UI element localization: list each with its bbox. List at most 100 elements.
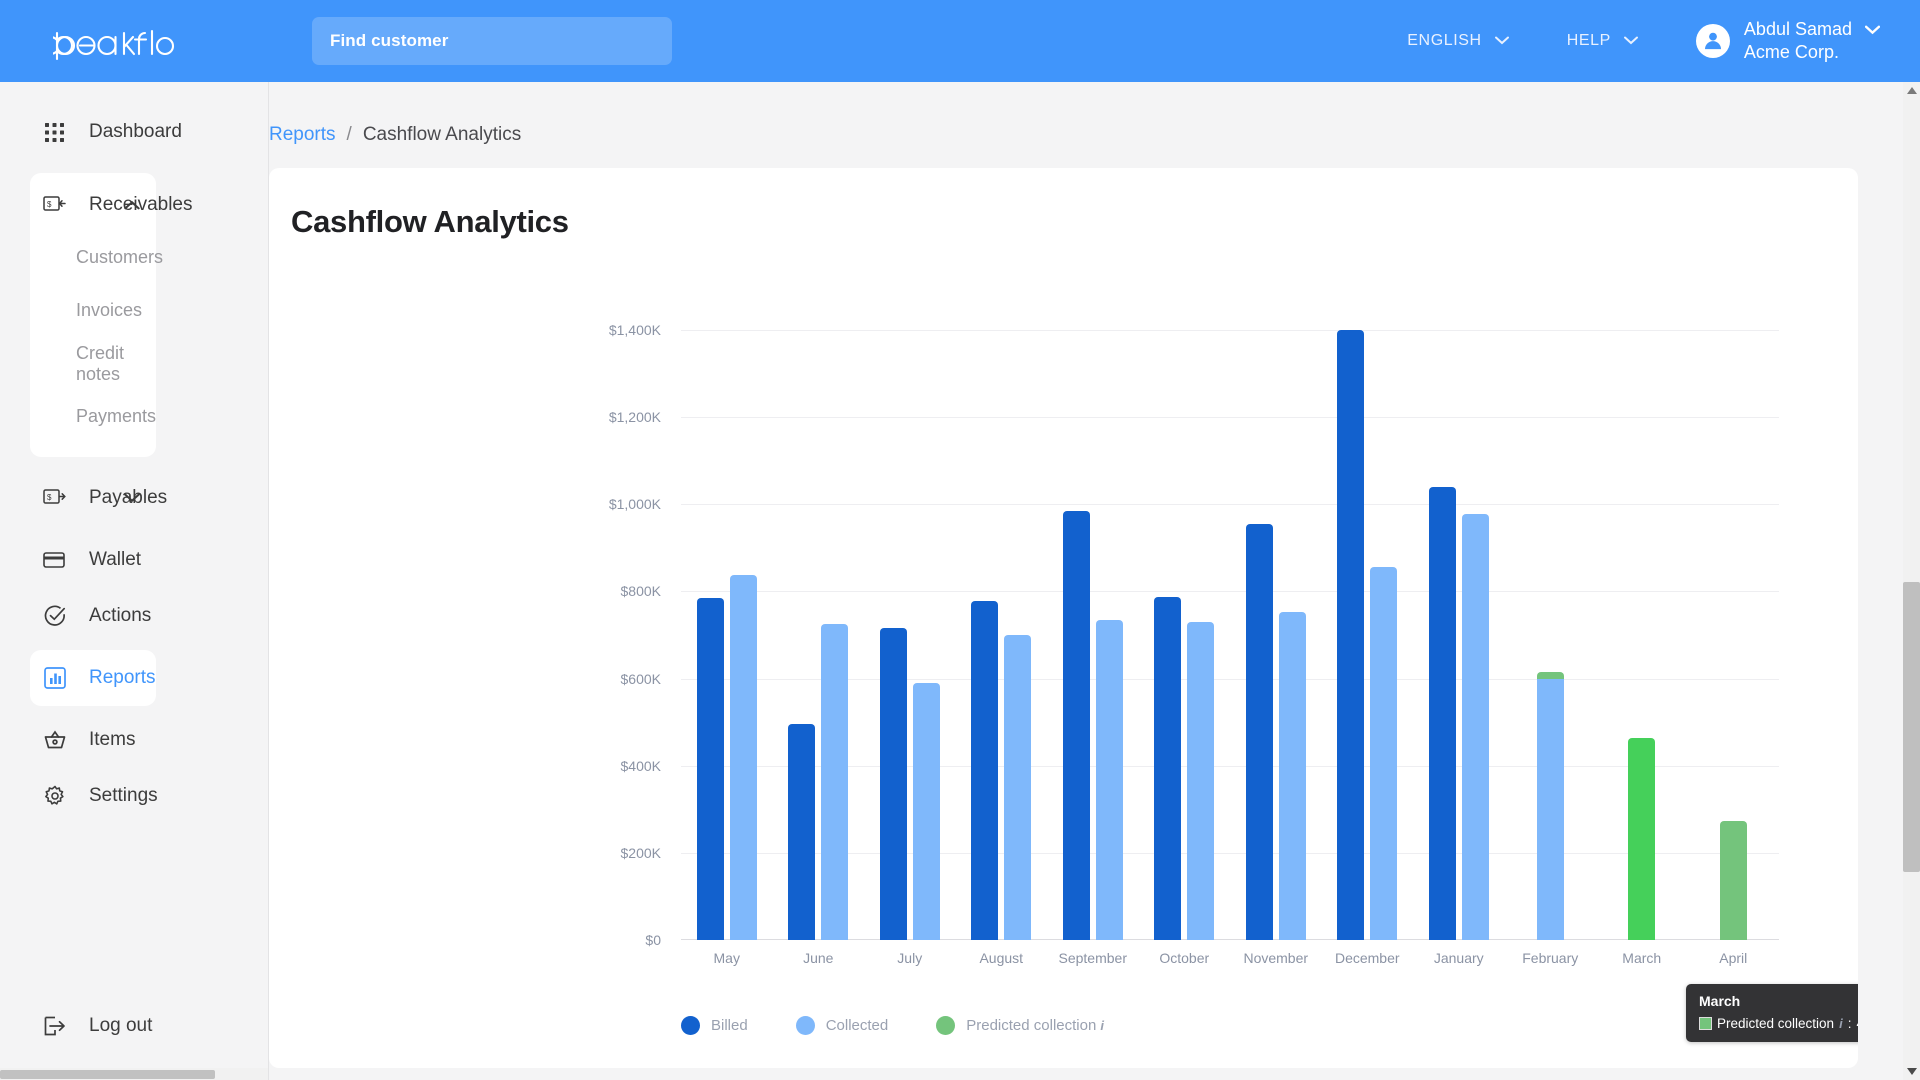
bar-collected[interactable] xyxy=(821,624,848,940)
breadcrumb-current: Cashflow Analytics xyxy=(363,124,521,146)
sidebar-item-payables[interactable]: $ Payables xyxy=(30,470,156,526)
wallet-icon xyxy=(42,548,67,573)
x-axis-tick-label: July xyxy=(897,950,922,966)
info-icon: i xyxy=(1839,1016,1843,1031)
legend-item-collected[interactable]: Collected xyxy=(796,1016,889,1035)
page-vertical-scrollbar[interactable] xyxy=(1903,82,1920,1080)
chart-column[interactable] xyxy=(956,330,1048,940)
y-axis-tick-label: $800K xyxy=(531,583,661,599)
language-selector[interactable]: ENGLISH xyxy=(1407,32,1508,50)
sidebar-item-label: Items xyxy=(89,729,135,751)
x-axis-tick-label: April xyxy=(1719,950,1747,966)
chevron-down-icon xyxy=(1865,18,1880,41)
sidebar-item-settings[interactable]: Settings xyxy=(0,768,268,824)
sidebar-item-invoices[interactable]: Invoices xyxy=(30,284,156,337)
chart-column[interactable] xyxy=(1139,330,1231,940)
bar-collected[interactable] xyxy=(1187,622,1214,940)
bar-stack-collected-predicted[interactable] xyxy=(1537,672,1564,940)
cashflow-bar-chart: $0$200K$400K$600K$800K$1,000K$1,200K$1,4… xyxy=(269,278,1858,1068)
bar-collected[interactable] xyxy=(1370,567,1397,940)
y-axis-tick-label: $200K xyxy=(531,845,661,861)
scroll-up-arrow-icon[interactable] xyxy=(1903,82,1920,99)
legend-label: Billed xyxy=(711,1017,748,1034)
bar-billed[interactable] xyxy=(1429,487,1456,940)
language-label: ENGLISH xyxy=(1407,32,1481,50)
bar-chart-icon xyxy=(42,666,67,691)
scrollbar-thumb[interactable] xyxy=(1903,582,1920,872)
x-axis-tick-label: August xyxy=(979,950,1023,966)
breadcrumb-reports-link[interactable]: Reports xyxy=(269,124,336,146)
chevron-down-icon xyxy=(124,487,140,509)
chart-column[interactable] xyxy=(1413,330,1505,940)
page-title: Cashflow Analytics xyxy=(291,204,569,240)
sidebar-item-actions[interactable]: Actions xyxy=(0,588,268,644)
bar-billed[interactable] xyxy=(1337,330,1364,940)
chart-column[interactable] xyxy=(1505,330,1597,940)
peakflo-logo[interactable] xyxy=(52,18,202,64)
legend-item-billed[interactable]: Billed xyxy=(681,1016,748,1035)
basket-icon xyxy=(42,728,67,753)
bar-collected-segment[interactable] xyxy=(1537,679,1564,940)
sidebar: Dashboard $ Receivables Customers Invoic… xyxy=(0,82,268,1080)
tooltip-month: March xyxy=(1699,993,1858,1009)
chart-column[interactable] xyxy=(1322,330,1414,940)
chart-column[interactable] xyxy=(1596,330,1688,940)
y-axis-tick-label: $0 xyxy=(531,932,661,948)
bar-collected[interactable] xyxy=(1462,514,1489,940)
user-account-menu[interactable]: Abdul Samad Acme Corp. xyxy=(1696,18,1880,64)
legend-item-predicted-collection[interactable]: Predicted collectioni xyxy=(936,1016,1104,1035)
avatar xyxy=(1696,24,1730,58)
chart-tooltip: March Predicted collection i : 464,266.0… xyxy=(1686,984,1858,1042)
chart-column[interactable] xyxy=(1688,330,1780,940)
x-axis-tick-label: September xyxy=(1059,950,1127,966)
bar-billed[interactable] xyxy=(1154,597,1181,940)
search-input[interactable]: Find customer xyxy=(312,17,672,65)
sidebar-item-payments[interactable]: Payments xyxy=(30,390,156,443)
chart-column[interactable] xyxy=(773,330,865,940)
user-name-block: Abdul Samad Acme Corp. xyxy=(1744,18,1880,64)
bar-billed[interactable] xyxy=(697,598,724,940)
bar-billed[interactable] xyxy=(971,601,998,940)
sidebar-scrollbar-thumb[interactable] xyxy=(0,1070,215,1079)
bar-collected[interactable] xyxy=(913,683,940,940)
x-axis-tick-label: May xyxy=(714,950,740,966)
chart-column[interactable] xyxy=(1047,330,1139,940)
sidebar-item-items[interactable]: Items xyxy=(0,712,268,768)
bar-billed[interactable] xyxy=(880,628,907,940)
chevron-up-icon xyxy=(124,194,140,216)
chart-column[interactable] xyxy=(864,330,956,940)
sidebar-item-wallet[interactable]: Wallet xyxy=(0,532,268,588)
sidebar-item-label: Settings xyxy=(89,785,158,807)
bar-predicted-highlighted[interactable] xyxy=(1628,738,1655,940)
bar-collected[interactable] xyxy=(730,575,757,940)
sidebar-item-receivables[interactable]: $ Receivables xyxy=(30,179,156,231)
x-axis-tick-label: November xyxy=(1243,950,1308,966)
sidebar-item-credit-notes[interactable]: Credit notes xyxy=(30,337,156,390)
help-menu[interactable]: HELP xyxy=(1567,32,1638,50)
bar-collected[interactable] xyxy=(1279,612,1306,940)
y-axis-tick-label: $1,000K xyxy=(531,496,661,512)
y-axis-tick-label: $400K xyxy=(531,758,661,774)
sidebar-item-customers[interactable]: Customers xyxy=(30,231,156,284)
sidebar-item-dashboard[interactable]: Dashboard xyxy=(0,104,268,160)
sidebar-item-reports-wrapper: Reports xyxy=(30,650,156,706)
bar-billed[interactable] xyxy=(788,724,815,940)
info-icon[interactable]: i xyxy=(1100,1018,1104,1033)
chart-column[interactable] xyxy=(681,330,773,940)
sidebar-item-reports[interactable]: Reports xyxy=(30,650,156,706)
sidebar-subitem-label: Invoices xyxy=(76,300,142,321)
legend-color-dot xyxy=(936,1016,955,1035)
bar-predicted[interactable] xyxy=(1720,821,1747,940)
sidebar-subitem-label: Customers xyxy=(76,247,163,268)
tooltip-series-name: Predicted collection xyxy=(1717,1016,1834,1031)
chart-column[interactable] xyxy=(1230,330,1322,940)
bar-billed[interactable] xyxy=(1063,511,1090,940)
sidebar-horizontal-scrollbar[interactable] xyxy=(0,1068,268,1080)
logout-button[interactable]: Log out xyxy=(0,1013,268,1038)
bar-collected[interactable] xyxy=(1004,635,1031,940)
help-label: HELP xyxy=(1567,32,1611,50)
scroll-down-arrow-icon[interactable] xyxy=(1903,1063,1920,1080)
tooltip-row: Predicted collection i : 464,266.01 xyxy=(1699,1016,1858,1031)
bar-billed[interactable] xyxy=(1246,524,1273,940)
bar-collected[interactable] xyxy=(1096,620,1123,940)
